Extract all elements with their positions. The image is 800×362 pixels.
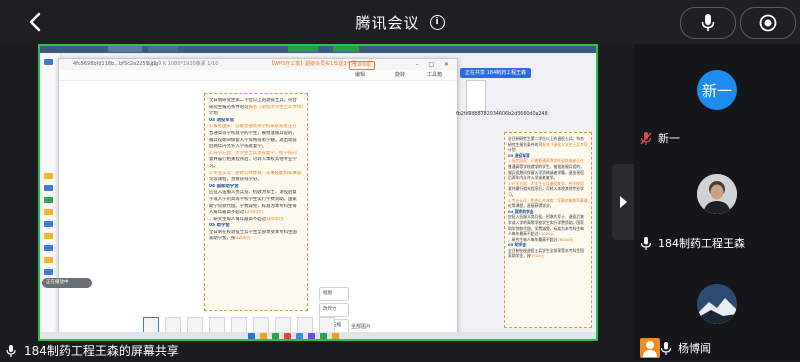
document-line: 服兵役期间保留入学资格或者学籍，退出现役 xyxy=(209,137,297,143)
taskbar-icon[interactable] xyxy=(296,333,303,340)
file-icon[interactable] xyxy=(466,80,486,112)
taskbar-icon[interactable] xyxy=(260,333,267,340)
document-line: 计划 xyxy=(209,111,218,117)
document-line: 研究生报名条件的可报名《退役大学生士兵专项》 xyxy=(209,104,303,110)
sharing-indicator: 正在共享 184制药工程王森 xyxy=(460,68,532,78)
document-line: 意并履行相关程序后，可转入本校其他专业学 xyxy=(508,186,584,192)
document-line: 1.报考国家：已被普通高等学校录取或者正在 xyxy=(209,124,297,130)
microphone-button[interactable] xyxy=(680,7,736,39)
document-line: 03 退役军官 xyxy=(209,117,235,123)
participant-panel: 新一 新一 184制药工程王森 杨博闻 xyxy=(634,44,800,360)
document-line: 普通高等学校就学的学生，被批准服兵役的， xyxy=(209,130,297,136)
document-line: 04 国家助学金 xyxy=(209,183,239,189)
document-line: 助学贷款代偿。学费减免，标准为本专科生每 xyxy=(209,203,297,209)
promo-cta-button[interactable]: 立即领取 xyxy=(349,61,375,70)
avatar[interactable]: 新一 xyxy=(697,70,737,110)
microphone-icon xyxy=(640,236,652,250)
image-viewer-window: 4fc5698bfd118b...bf5c2a2259.jpg 525.9 K … xyxy=(58,58,458,338)
shared-screen: 4fc5698bfd118b...bf5c2a2259.jpg 525.9 K … xyxy=(38,44,598,341)
document-line: 意并履行相关程序后，可转入本校其他专业学 xyxy=(209,157,297,163)
share-owner-text: 184制药工程王森的屏幕共享 xyxy=(24,344,179,358)
record-icon xyxy=(759,14,777,32)
microphone-icon xyxy=(701,14,715,31)
window-controls[interactable]: – □ ✕ xyxy=(415,59,453,70)
file-caption: fb2fe9db8782034606b2d3660d0a248 xyxy=(456,112,548,117)
document-line: 家助学金，按3300元 xyxy=(508,253,545,259)
collapse-panel-button[interactable] xyxy=(612,164,634,240)
document-preview: 全日制研究生第二学位以上的退役士兵，符合 研究生报名条件的可报名《退役大学生士兵专… xyxy=(504,132,592,328)
rotate-tool[interactable]: 旋转 xyxy=(395,70,405,80)
document-line: 论等课程，直接获得学分。 xyxy=(209,177,262,183)
promo-text[interactable]: 【WPS开工季】超级会员买1年送3个月 xyxy=(269,59,357,70)
file-name: 4fc5698bfd118b...bf5c2a2259.jpg xyxy=(73,61,159,67)
document-line: 应征入伍服义务兵役、招收为军士、退役后复 xyxy=(209,190,297,196)
taskbar-icon[interactable] xyxy=(272,333,279,340)
document-line: ，研究生每人每年最高不超过16000元 xyxy=(209,216,285,222)
edit-tool[interactable]: 编辑 xyxy=(355,70,365,80)
document-line: 后两年内允许入学或者复学。 xyxy=(209,144,267,150)
avatar[interactable] xyxy=(697,174,737,214)
avatar[interactable] xyxy=(697,284,737,324)
toolbox-tool[interactable]: 工具箱 xyxy=(427,70,442,80)
cutout-action[interactable]: 抠图 xyxy=(319,287,349,301)
meeting-title: 腾讯会议 xyxy=(355,13,420,32)
back-icon[interactable] xyxy=(22,8,50,36)
mic-muted-icon xyxy=(640,131,652,145)
participant-name: 杨博闻 xyxy=(660,340,711,356)
microphone-icon xyxy=(660,341,672,355)
meeting-top-bar: 腾讯会议 i xyxy=(0,0,800,44)
taskbar-icon[interactable] xyxy=(308,333,315,340)
document-line: 研究生报名条件的可报名《退役大学生士兵专项》 xyxy=(508,141,588,147)
taskbar-icon[interactable] xyxy=(320,333,327,340)
document-line: 全日制在校退役士兵学生全部享受本专科生国 xyxy=(209,229,297,235)
record-button[interactable] xyxy=(740,7,796,39)
avatar[interactable] xyxy=(640,338,660,358)
all-images-link[interactable]: 全部图片 xyxy=(351,323,371,330)
taskbar-icon[interactable] xyxy=(284,333,291,340)
document-line: 2.升学方面：大学生士兵退役复学，经学校同 xyxy=(209,150,297,156)
viewer-toolbar: 编辑 旋转 工具箱 xyxy=(59,70,457,81)
participant-name: 184制药工程王森 xyxy=(640,235,745,251)
microphone-icon xyxy=(6,344,16,357)
document-line: 全日制研究生第二学位以上的退役士兵，符合 xyxy=(209,98,297,103)
info-icon[interactable]: i xyxy=(429,14,445,30)
document-image: 全日制研究生第二学位以上的退役士兵，符合 研究生报名条件的可报名《退役大学生士兵专… xyxy=(204,93,308,311)
desktop-taskbar xyxy=(38,332,598,341)
document-line: 3.专业认可：免修公共体育、军事技能和军事理 xyxy=(209,170,302,176)
document-line: 人每年最高不超过12000元 xyxy=(209,210,263,216)
participant-name: 新一 xyxy=(640,130,680,146)
document-line: 学或入学的高等学校学生实行学费资助。国家 xyxy=(209,196,297,202)
file-meta: 525.9 K 1080*1920像素 1/10 xyxy=(147,61,219,67)
taskbar-icon[interactable] xyxy=(248,333,255,340)
screen-share-label: 184制药工程王森的屏幕共享 xyxy=(6,341,179,360)
taskbar-icon[interactable] xyxy=(332,333,339,340)
desktop-top-strip xyxy=(38,44,598,53)
document-line: 家助学金，按3300元 xyxy=(209,236,251,242)
document-line: 05 助学金 xyxy=(209,223,230,229)
playback-bubble: 正在播放中 xyxy=(42,278,92,288)
document-line: 习。 xyxy=(209,163,218,169)
triangle-right-icon xyxy=(620,196,627,208)
